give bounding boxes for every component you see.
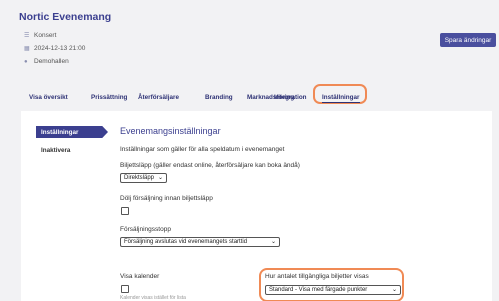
release-label: Biljettsläpp (gäller endast online, åter…	[120, 162, 300, 169]
event-datetime-row: ▦ 2024-12-13 21:00	[24, 45, 85, 52]
location-pin-icon: ●	[24, 58, 28, 65]
save-button[interactable]: Spara ändringar	[440, 33, 496, 47]
availability-highlight	[259, 268, 404, 301]
tab-overview[interactable]: Visa översikt	[29, 94, 68, 101]
calendar-checkbox[interactable]	[121, 285, 129, 293]
hide-sales-checkbox[interactable]	[121, 207, 129, 215]
settings-panel	[21, 111, 492, 301]
calendar-icon: ▦	[24, 46, 30, 52]
tab-settings-highlight	[313, 84, 367, 104]
tab-pricing[interactable]: Prissättning	[91, 94, 127, 101]
release-select-value: Direktsläpp	[124, 175, 155, 181]
event-venue-row: ● Demohallen	[24, 58, 69, 65]
release-select[interactable]: Direktsläpp ⌄	[120, 173, 167, 183]
list-icon: ☰	[24, 33, 30, 39]
chevron-down-icon: ⌄	[157, 175, 163, 181]
event-venue: Demohallen	[34, 58, 69, 65]
sidebar-item-settings[interactable]: Inställningar	[36, 126, 108, 138]
chevron-down-icon: ⌄	[270, 239, 276, 245]
calendar-label: Visa kalender	[120, 273, 160, 280]
event-type: Konsert	[34, 32, 57, 39]
event-type-row: ☰ Konsert	[24, 32, 56, 39]
sales-stop-select-value: Försäljning avslutas vid evenemangets st…	[124, 239, 248, 245]
tab-active-underline	[322, 102, 360, 103]
tab-bar: Visa översikt Prissättning Återförsäljar…	[0, 88, 499, 108]
calendar-hint: Kalender visas istället för lista	[120, 295, 186, 301]
hide-sales-label: Dölj försäljning innan biljettsläpp	[120, 195, 213, 202]
tab-resellers[interactable]: Återförsäljare	[138, 94, 179, 101]
sidebar-item-deactivate[interactable]: Inaktivera	[41, 147, 70, 154]
sales-stop-label: Försäljningsstopp	[120, 226, 171, 233]
event-datetime: 2024-12-13 21:00	[34, 45, 86, 52]
tab-branding[interactable]: Branding	[205, 94, 233, 101]
sales-stop-select[interactable]: Försäljning avslutas vid evenemangets st…	[120, 237, 280, 247]
event-title: Nortic Evenemang	[19, 11, 112, 23]
settings-intro: Inställningar som gäller för alla spelda…	[120, 146, 285, 153]
section-title: Evenemangsinställningar	[120, 126, 221, 136]
tab-integration[interactable]: Integration	[274, 94, 307, 101]
